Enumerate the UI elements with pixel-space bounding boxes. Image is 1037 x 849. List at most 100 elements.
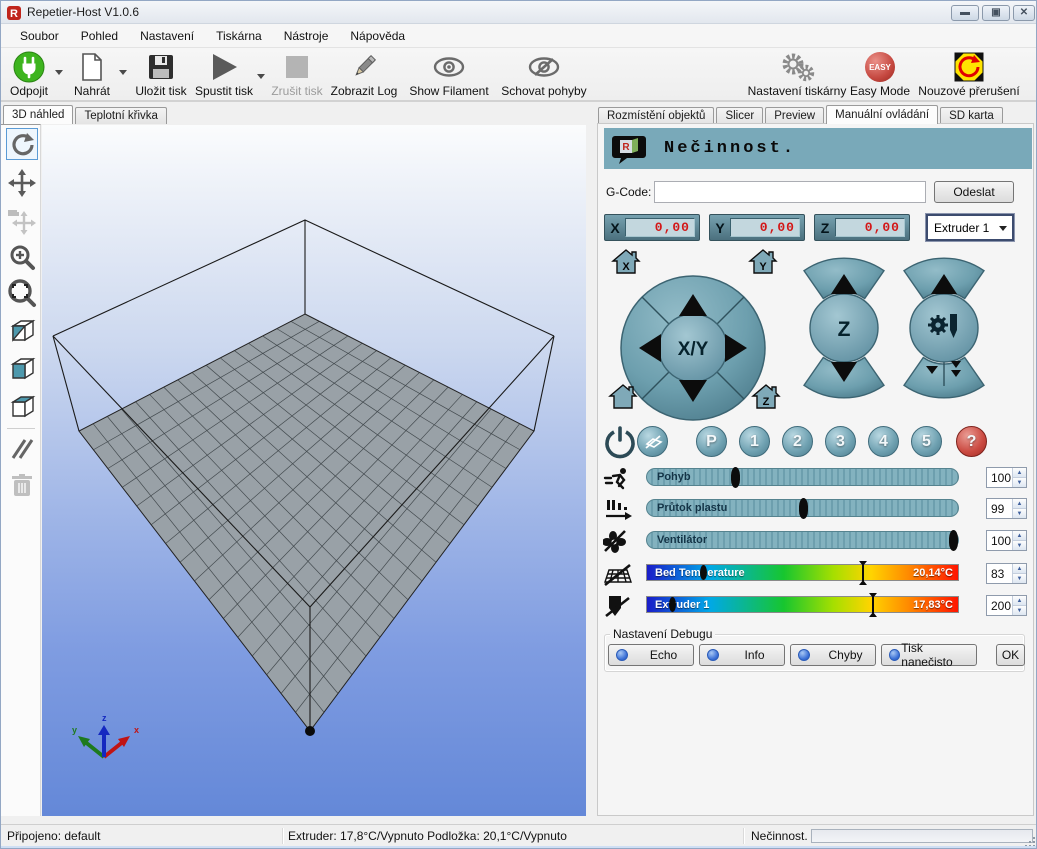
- chevron-down-icon: [999, 226, 1007, 231]
- home-y-button[interactable]: Y: [750, 250, 776, 273]
- 3d-viewport[interactable]: y z x: [42, 125, 586, 816]
- gcode-input[interactable]: [654, 181, 926, 203]
- bed-temperature-bar[interactable]: Bed Temperature 20,14°C: [646, 564, 959, 581]
- home-x-button[interactable]: X: [613, 250, 639, 273]
- show-filament-button[interactable]: Show Filament: [403, 51, 495, 99]
- flow-slider-thumb[interactable]: [799, 498, 808, 519]
- menu-nastroje[interactable]: Nástroje: [273, 25, 340, 47]
- preset-5-button[interactable]: 5: [911, 426, 942, 457]
- debug-errors-button[interactable]: Chyby: [790, 644, 876, 666]
- easy-mode-button[interactable]: EASY Easy Mode: [849, 51, 911, 99]
- show-log-button[interactable]: Zobrazit Log: [329, 51, 399, 99]
- extruder-target-marker[interactable]: [868, 593, 878, 617]
- z-jog-cluster[interactable]: Z: [804, 258, 884, 398]
- preset-4-button[interactable]: 4: [868, 426, 899, 457]
- debug-ok-button[interactable]: OK: [996, 644, 1025, 666]
- spin-up-icon: ▲: [1013, 531, 1026, 541]
- home-z-button[interactable]: Z: [753, 385, 779, 408]
- load-button[interactable]: Nahrát: [67, 51, 117, 99]
- speed-spinbox[interactable]: 100 ▲▼: [986, 467, 1027, 488]
- disconnect-dropdown-arrow[interactable]: [55, 70, 63, 75]
- parallel-projection-button[interactable]: [6, 433, 38, 465]
- front-view-button[interactable]: [6, 353, 38, 385]
- spin-up-icon: ▲: [1013, 468, 1026, 478]
- tab-preview[interactable]: Preview: [765, 107, 824, 124]
- save-print-button[interactable]: Uložit tisk: [129, 51, 193, 99]
- y-axis-label: Y: [710, 220, 730, 236]
- eye-slash-icon: [527, 51, 561, 83]
- tab-manual-control[interactable]: Manuální ovládání: [826, 105, 938, 124]
- load-dropdown-arrow[interactable]: [119, 70, 127, 75]
- maximize-button[interactable]: ▣: [982, 5, 1010, 21]
- close-button[interactable]: ✕: [1013, 5, 1035, 21]
- heated-bed-off-button[interactable]: [637, 426, 668, 457]
- power-button[interactable]: [603, 425, 637, 459]
- menu-pohled[interactable]: Pohled: [70, 25, 129, 47]
- printer-settings-button[interactable]: Nastavení tiskárny: [745, 51, 849, 99]
- tab-3d-view[interactable]: 3D náhled: [3, 105, 73, 124]
- top-view-button[interactable]: [6, 391, 38, 423]
- preset-3-button[interactable]: 3: [825, 426, 856, 457]
- emergency-stop-icon: [954, 51, 984, 83]
- tab-sd-card[interactable]: SD karta: [940, 107, 1003, 124]
- tab-slicer[interactable]: Slicer: [716, 107, 763, 124]
- fan-slider-thumb[interactable]: [949, 530, 958, 551]
- menu-bar: Soubor Pohled Nastavení Tiskárna Nástroj…: [1, 24, 1037, 48]
- minimize-button[interactable]: ▬: [951, 5, 979, 21]
- flow-spinbox[interactable]: 99 ▲▼: [986, 498, 1027, 519]
- disconnect-button[interactable]: Odpojit: [3, 51, 55, 99]
- tool-separator: [7, 428, 35, 429]
- speed-slider-thumb[interactable]: [731, 467, 740, 488]
- main-toolbar: Odpojit Nahrát Uložit tisk Spustit ti: [1, 48, 1037, 102]
- spin-up-icon: ▲: [1013, 596, 1026, 606]
- park-button[interactable]: P: [696, 426, 727, 457]
- extruder-temperature-bar[interactable]: Extruder 1 17,83°C: [646, 596, 959, 613]
- zoom-fit-button[interactable]: [6, 277, 38, 309]
- menu-napoveda[interactable]: Nápověda: [339, 25, 416, 47]
- pane-splitter[interactable]: [587, 105, 597, 816]
- rotate-view-button[interactable]: [6, 128, 38, 160]
- send-button[interactable]: Odeslat: [934, 181, 1014, 203]
- debug-dry-run-button[interactable]: Tisk nanečisto: [881, 644, 977, 666]
- xy-jog-pad[interactable]: X/Y: [621, 276, 765, 420]
- debug-echo-button[interactable]: Echo: [608, 644, 694, 666]
- flow-slider[interactable]: Průtok plastu: [646, 499, 959, 517]
- bed-target-marker[interactable]: [858, 561, 868, 585]
- eye-icon: [432, 51, 466, 83]
- view-tool-column: [1, 124, 41, 816]
- extruder-jog-cluster[interactable]: [904, 258, 984, 398]
- bed-temp-spinbox[interactable]: 83 ▲▼: [986, 563, 1027, 584]
- start-dropdown-arrow[interactable]: [257, 74, 265, 79]
- svg-text:Y: Y: [759, 261, 767, 273]
- resize-grip[interactable]: [1033, 837, 1035, 839]
- menu-tiskarna[interactable]: Tiskárna: [205, 25, 273, 47]
- emergency-stop-button[interactable]: Nouzové přerušení: [915, 51, 1023, 99]
- menu-nastaveni[interactable]: Nastavení: [129, 25, 205, 47]
- preset-2-button[interactable]: 2: [782, 426, 813, 457]
- hide-travel-button[interactable]: Schovat pohyby: [499, 51, 589, 99]
- fan-slider[interactable]: Ventilátor: [646, 531, 959, 549]
- delete-object-button: [6, 469, 38, 501]
- zoom-in-button[interactable]: [6, 241, 38, 273]
- fan-spinbox[interactable]: 100 ▲▼: [986, 530, 1027, 551]
- menu-soubor[interactable]: Soubor: [9, 25, 70, 47]
- debug-info-button[interactable]: Info: [699, 644, 785, 666]
- extruder-select[interactable]: Extruder 1: [926, 214, 1014, 241]
- kill-print-button: Zrušit tisk: [267, 51, 327, 99]
- spin-down-icon: ▼: [1013, 509, 1026, 518]
- status-bar: Připojeno: default Extruder: 17,8°C/Vypn…: [1, 824, 1037, 846]
- isometric-view-button[interactable]: [6, 315, 38, 347]
- home-all-button[interactable]: [610, 385, 636, 408]
- start-print-button[interactable]: Spustit tisk: [193, 51, 255, 99]
- tab-temperature-curve[interactable]: Teplotní křivka: [75, 107, 167, 124]
- tab-object-placement[interactable]: Rozmístění objektů: [598, 107, 714, 124]
- help-button[interactable]: ?: [956, 426, 987, 457]
- svg-text:Z: Z: [763, 396, 770, 408]
- preset-1-button[interactable]: 1: [739, 426, 770, 457]
- speed-slider[interactable]: Pohyb: [646, 468, 959, 486]
- floppy-icon: [147, 51, 175, 83]
- plug-icon: [13, 51, 45, 83]
- spin-up-icon: ▲: [1013, 564, 1026, 574]
- extruder-temp-spinbox[interactable]: 200 ▲▼: [986, 595, 1027, 616]
- move-view-button[interactable]: [6, 167, 38, 199]
